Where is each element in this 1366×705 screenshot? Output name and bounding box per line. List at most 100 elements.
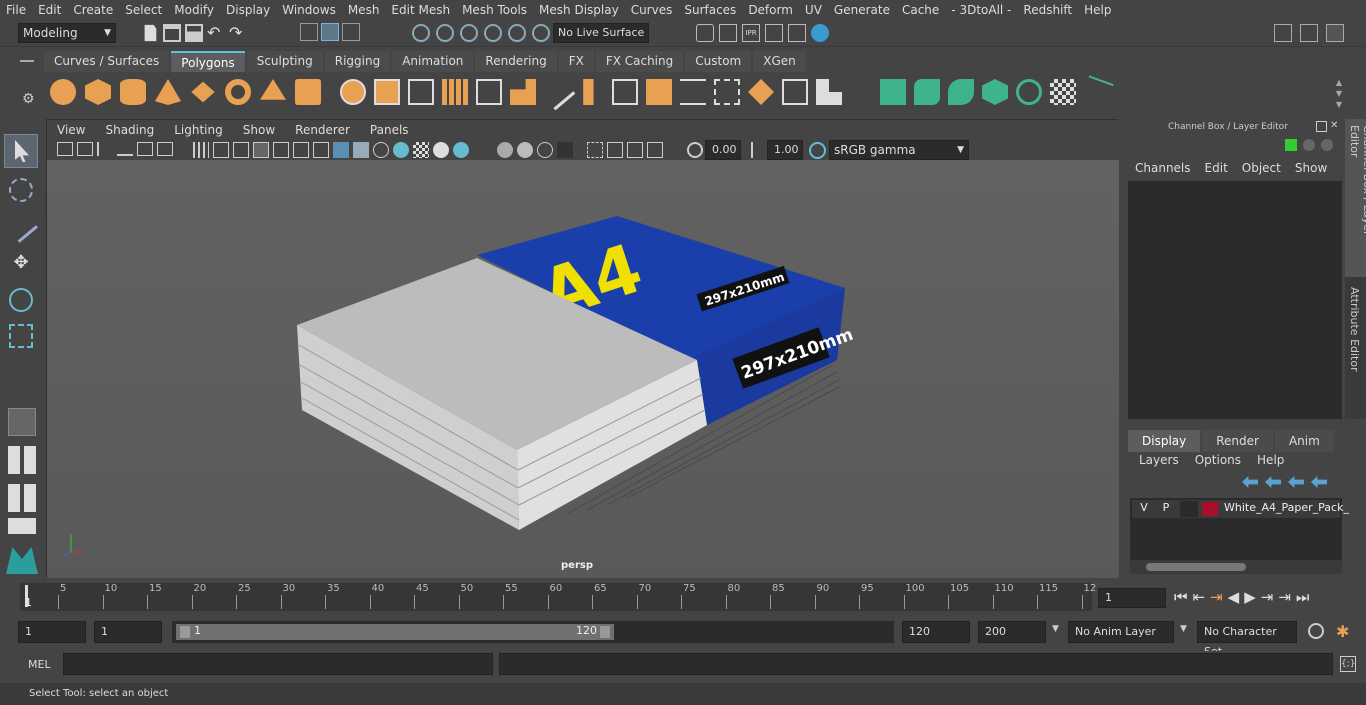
layer-playback[interactable]: P (1157, 501, 1175, 517)
time-slider[interactable]: 1 5 10 15 20 25 30 35 40 45 50 55 60 65 70 75 80 85 90 95 1… (20, 583, 1096, 611)
shelf-tab-animation[interactable]: Animation (392, 51, 474, 72)
layer-tab-display[interactable]: Display (1128, 430, 1201, 452)
gamma-field[interactable]: 1.00 (767, 140, 803, 160)
menu-edit[interactable]: Edit (32, 3, 67, 17)
quad-draw-icon[interactable] (816, 79, 842, 105)
menu-cache[interactable]: Cache (896, 3, 945, 17)
poly-pyramid-icon[interactable] (260, 79, 286, 100)
menu-redshift[interactable]: Redshift (1017, 3, 1078, 17)
poly-pipe-icon[interactable] (295, 79, 321, 105)
layer-tab-anim[interactable]: Anim (1274, 430, 1334, 452)
channel-menu-edit[interactable]: Edit (1198, 161, 1235, 179)
reduce-icon[interactable] (476, 79, 502, 105)
ambient-occlusion-icon[interactable] (433, 142, 449, 158)
scrollbar-thumb[interactable] (1146, 563, 1246, 571)
layer-menu-layers[interactable]: Layers (1134, 453, 1184, 473)
film-gate-icon[interactable] (157, 142, 173, 156)
channel-menu-object[interactable]: Object (1235, 161, 1288, 179)
live-surface-field[interactable]: No Live Surface (553, 23, 649, 43)
make-live-icon[interactable] (532, 24, 550, 42)
menu-generate[interactable]: Generate (828, 3, 896, 17)
viewport-menu-lighting[interactable]: Lighting (164, 123, 233, 137)
playback-start-field[interactable]: 1 (94, 621, 162, 643)
workspace-icon[interactable] (1274, 24, 1292, 42)
hyper-icon[interactable] (1321, 139, 1333, 151)
layer-menu-help[interactable]: Help (1252, 453, 1289, 473)
toggle-ui-icon[interactable] (1300, 24, 1318, 42)
menu-mesh[interactable]: Mesh (342, 3, 386, 17)
poly-cylinder-icon[interactable] (120, 79, 146, 105)
select-hierarchy-icon[interactable] (300, 23, 318, 41)
layer-scrollbar[interactable] (1130, 560, 1342, 574)
single-view-icon[interactable] (8, 408, 36, 436)
shadows-icon[interactable] (393, 142, 409, 158)
character-set-dropdown[interactable]: No Character Set (1197, 621, 1297, 658)
menu-edit-mesh[interactable]: Edit Mesh (385, 3, 456, 17)
step-back-key-icon[interactable]: ⇤ (1193, 588, 1206, 606)
uv-editor-icon[interactable] (1050, 79, 1076, 105)
extrude-icon[interactable] (510, 79, 536, 105)
color-management-icon[interactable] (809, 142, 826, 159)
channel-menu-show[interactable]: Show (1288, 161, 1334, 179)
move-layer-down-icon[interactable] (1265, 476, 1281, 488)
auto-key-icon[interactable] (1308, 623, 1324, 639)
open-scene-icon[interactable] (163, 24, 181, 42)
bevel-icon[interactable] (583, 79, 594, 105)
menu-create[interactable]: Create (67, 3, 119, 17)
preferences-icon[interactable]: ✱ (1336, 622, 1349, 641)
shelf-tab-curves-surfaces[interactable]: Curves / Surfaces (44, 51, 170, 72)
menu-mesh-tools[interactable]: Mesh Tools (456, 3, 533, 17)
camera-attr-icon[interactable] (77, 142, 93, 156)
bridge-icon[interactable] (538, 73, 576, 111)
anim-layer-dropdown[interactable]: No Anim Layer (1068, 621, 1174, 643)
range-bar[interactable]: 1 120 (172, 621, 616, 643)
viewport-menu-renderer[interactable]: Renderer (285, 123, 360, 137)
go-to-end-icon[interactable]: ⏭ (1296, 588, 1310, 606)
shelf-tab-fx-caching[interactable]: FX Caching (595, 51, 684, 72)
chevron-down-icon[interactable]: ▼ (1180, 624, 1187, 634)
undo-icon[interactable]: ↶ (207, 24, 225, 42)
combine-icon[interactable] (340, 79, 366, 105)
range-start-handle[interactable] (180, 626, 190, 638)
play-backward-icon[interactable]: ◀ (1228, 588, 1240, 606)
four-view-icon[interactable] (8, 446, 36, 474)
shelf-tab-sculpting[interactable]: Sculpting (246, 51, 323, 72)
select-tool[interactable] (4, 134, 38, 168)
menu-3dtoall[interactable]: - 3DtoAll - (945, 3, 1017, 17)
paint-select-icon[interactable] (4, 209, 38, 243)
render-frame-icon[interactable] (719, 24, 737, 42)
scene-end-field[interactable]: 200 (978, 621, 1046, 643)
poly-torus-icon[interactable] (225, 79, 251, 105)
playback-end-field[interactable]: 120 (902, 621, 970, 643)
fit-icon[interactable] (647, 142, 663, 158)
select-component-icon[interactable] (342, 23, 360, 41)
fill-hole-icon[interactable] (646, 79, 672, 105)
gate-mask-icon[interactable] (233, 142, 249, 158)
isolate-select-icon[interactable] (497, 142, 513, 158)
redshift-icon[interactable] (811, 24, 829, 42)
camera-icon[interactable] (57, 142, 73, 156)
exposure-field[interactable]: 0.00 (705, 140, 741, 160)
automatic-map-icon[interactable] (982, 79, 1008, 105)
layer-color-swatch[interactable] (1202, 502, 1218, 516)
smooth-icon[interactable] (442, 79, 468, 105)
viewport-menu-show[interactable]: Show (233, 123, 285, 137)
step-back-frame-icon[interactable]: ⇥ (1210, 588, 1223, 606)
shelf-gear-icon[interactable]: ⚙ (22, 91, 35, 107)
layers-toggle-icon[interactable] (1326, 24, 1344, 42)
image-plane-icon[interactable] (117, 142, 133, 156)
save-scene-icon[interactable] (185, 24, 203, 42)
chevron-down-icon[interactable]: ▼ (1052, 624, 1059, 634)
cylindrical-map-icon[interactable] (914, 79, 940, 105)
scale-tool-icon[interactable] (9, 324, 33, 348)
close-icon[interactable]: ✕ (1330, 121, 1341, 132)
shelf-tab-fx[interactable]: FX (558, 51, 594, 72)
menu-file[interactable]: File (0, 3, 32, 17)
go-to-start-icon[interactable]: ⏮ (1174, 588, 1188, 606)
side-tab-channel-box[interactable]: Channel Box / Layer Editor (1345, 119, 1366, 277)
motion-blur-icon[interactable] (453, 142, 469, 158)
channel-menu-channels[interactable]: Channels (1128, 161, 1198, 179)
range-handle[interactable]: 1 120 (176, 624, 614, 640)
layer-name[interactable]: White_A4_Paper_Pack_ (1224, 501, 1349, 514)
menu-display[interactable]: Display (220, 3, 276, 17)
